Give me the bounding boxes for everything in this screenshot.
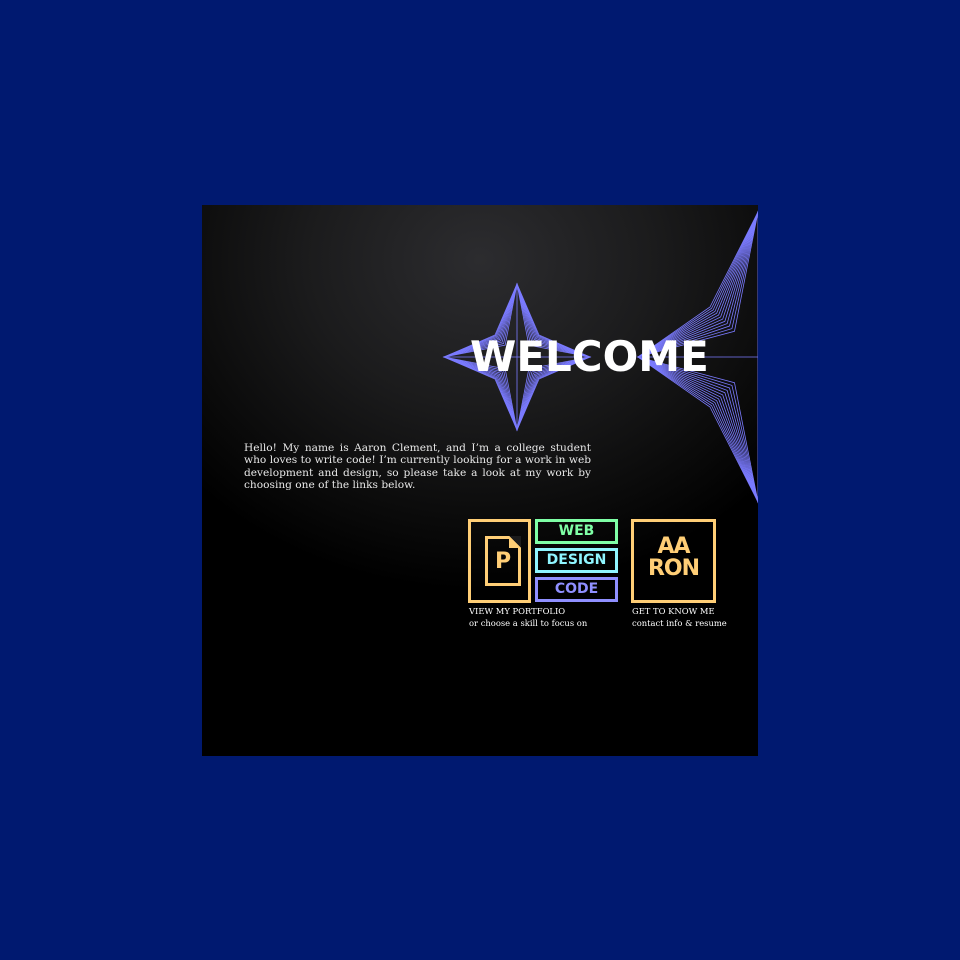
skill-web-button[interactable]: WEB (535, 519, 618, 544)
about-caption[interactable]: GET TO KNOW ME (632, 605, 715, 617)
portfolio-link[interactable]: P (468, 519, 531, 603)
aaron-logo-line1: AA (657, 534, 690, 559)
skill-code-button[interactable]: CODE (535, 577, 618, 602)
about-subcaption: contact info & resume (632, 618, 727, 628)
skill-design-button[interactable]: DESIGN (535, 548, 618, 573)
document-icon: P (485, 536, 521, 586)
portfolio-caption[interactable]: VIEW MY PORTFOLIO (469, 605, 565, 617)
about-link[interactable]: AA RON (631, 519, 716, 603)
intro-paragraph: Hello! My name is Aaron Clement, and I’m… (244, 442, 591, 492)
welcome-heading: WELCOME (470, 332, 709, 381)
aaron-logo-line2: RON (647, 556, 700, 581)
portfolio-icon-letter: P (494, 549, 512, 574)
welcome-panel: WELCOME Hello! My name is Aaron Clement,… (202, 205, 758, 756)
aaron-logo: AA RON (634, 536, 713, 580)
portfolio-subcaption: or choose a skill to focus on (469, 618, 588, 628)
